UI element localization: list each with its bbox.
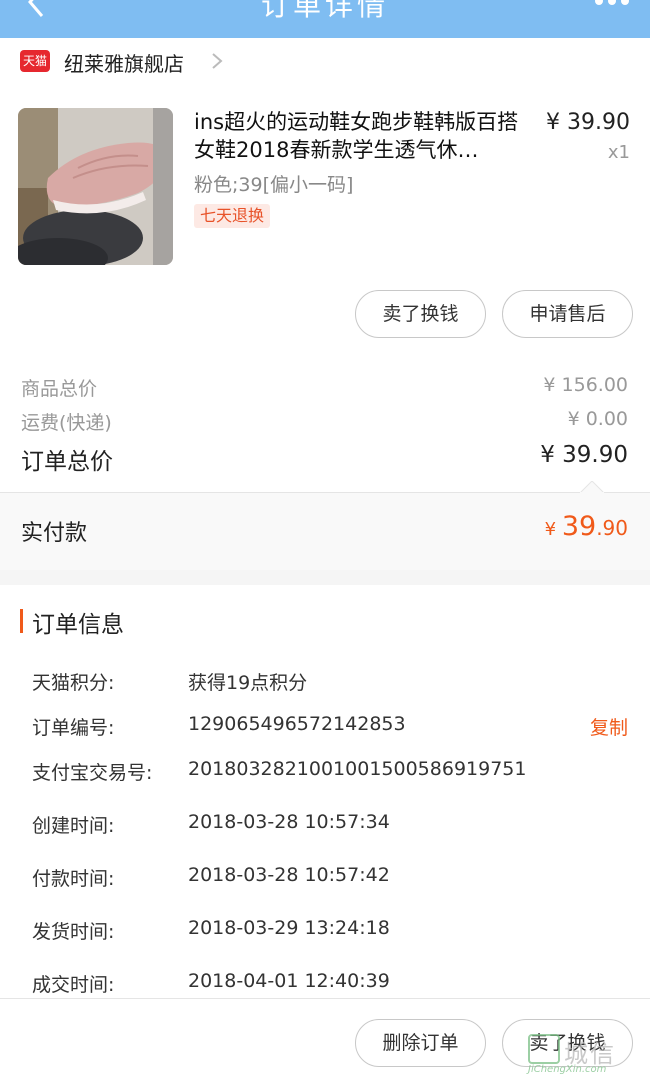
- product-item[interactable]: ins超火的运动鞋女跑步鞋韩版百搭女鞋2018春新款学生透气休… 粉色;39[偏…: [0, 108, 650, 268]
- info-row-points: 天猫积分: 获得19点积分: [0, 668, 650, 698]
- product-spec: 粉色;39[偏小一码]: [194, 174, 354, 196]
- order-info-section: 订单信息 天猫积分: 获得19点积分 订单编号: 129065496572142…: [0, 585, 650, 1000]
- watermark-logo-icon: [528, 1034, 560, 1064]
- amount-decimal: .90: [596, 516, 628, 540]
- product-quantity: x1: [607, 142, 630, 163]
- info-value: 129065496572142853: [188, 713, 406, 735]
- info-value: 2018-04-01 12:40:39: [188, 970, 390, 992]
- sell-for-cash-button[interactable]: 卖了换钱: [355, 290, 486, 338]
- info-value: 获得19点积分: [188, 672, 308, 694]
- info-key: 天猫积分:: [32, 672, 115, 694]
- order-total-label: 订单总价: [21, 449, 113, 475]
- caret-up-icon: [580, 481, 604, 493]
- shipping-value: ¥ 0.00: [567, 408, 628, 430]
- amount-paid-value: ¥ 39.90: [545, 511, 628, 542]
- info-row-completed: 成交时间: 2018-04-01 12:40:39: [0, 970, 650, 1000]
- product-price: ¥ 39.90: [546, 110, 630, 135]
- info-key: 付款时间:: [32, 868, 115, 890]
- tmall-logo-icon: 天猫: [20, 50, 50, 72]
- info-row-order-number: 订单编号: 129065496572142853 复制: [0, 713, 650, 743]
- info-row-shipped: 发货时间: 2018-03-29 13:24:18: [0, 917, 650, 947]
- info-key: 订单编号:: [32, 717, 115, 739]
- watermark: 城信 JiChengXin.com: [524, 1030, 642, 1080]
- watermark-url: JiChengXin.com: [528, 1064, 607, 1075]
- amount-paid-section: 实付款 ¥ 39.90: [0, 481, 650, 570]
- after-sale-button[interactable]: 申请售后: [502, 290, 633, 338]
- chevron-right-icon: [212, 53, 223, 69]
- info-key: 支付宝交易号:: [32, 762, 153, 784]
- info-row-alipay-trade: 支付宝交易号: 2018032821001001500586919751: [0, 758, 650, 788]
- goods-total-label: 商品总价: [21, 378, 98, 400]
- product-image[interactable]: [18, 108, 173, 265]
- info-value: 2018-03-28 10:57:34: [188, 811, 390, 833]
- info-value: 2018-03-29 13:24:18: [188, 917, 390, 939]
- info-key: 成交时间:: [32, 974, 115, 996]
- amount-integer: 39: [561, 511, 597, 542]
- order-total-value: ¥ 39.90: [540, 442, 628, 468]
- info-key: 创建时间:: [32, 815, 115, 837]
- order-info-heading: 订单信息: [32, 612, 124, 638]
- goods-total-value: ¥ 156.00: [543, 374, 628, 396]
- section-accent-bar: [20, 609, 23, 633]
- more-options-icon[interactable]: [594, 0, 630, 6]
- info-value: 2018032821001001500586919751: [188, 758, 527, 780]
- product-title[interactable]: ins超火的运动鞋女跑步鞋韩版百搭女鞋2018春新款学生透气休…: [194, 108, 529, 164]
- amount-paid-label: 实付款: [21, 521, 88, 546]
- info-row-created: 创建时间: 2018-03-28 10:57:34: [0, 811, 650, 841]
- currency-symbol: ¥: [544, 519, 562, 540]
- info-value: 2018-03-28 10:57:42: [188, 864, 390, 886]
- order-card: 天猫 纽莱雅旗舰店 ins超火的运动鞋女跑步鞋韩版百搭女鞋2018春新款学生透气…: [0, 38, 650, 570]
- info-row-paid: 付款时间: 2018-03-28 10:57:42: [0, 864, 650, 894]
- shop-header[interactable]: 天猫 纽莱雅旗舰店: [0, 38, 650, 84]
- copy-order-number-button[interactable]: 复制: [590, 713, 628, 740]
- info-key: 发货时间:: [32, 921, 115, 943]
- page-title: 订单详情: [260, 0, 389, 22]
- delete-order-button[interactable]: 删除订单: [355, 1019, 486, 1067]
- nav-bar: 订单详情: [0, 0, 650, 38]
- shop-name[interactable]: 纽莱雅旗舰店: [64, 48, 184, 77]
- return-policy-badge: 七天退换: [194, 204, 271, 228]
- shipping-label: 运费(快递): [21, 412, 112, 434]
